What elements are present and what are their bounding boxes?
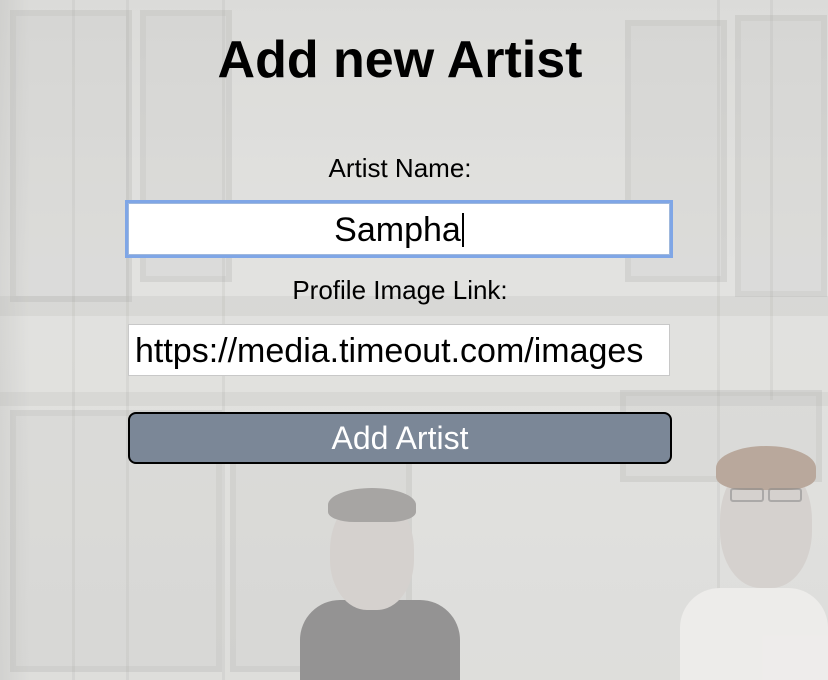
profile-image-value: https://media.timeout.com/images: [135, 332, 644, 370]
add-artist-button[interactable]: Add Artist: [128, 412, 672, 464]
artist-name-label: Artist Name:: [328, 153, 472, 183]
add-artist-form: Add new Artist Artist Name: Sampha Profi…: [0, 0, 828, 680]
artist-name-value: Sampha: [334, 211, 461, 249]
profile-image-label: Profile Image Link:: [292, 275, 508, 305]
text-caret: [461, 213, 464, 247]
page-title: Add new Artist: [217, 31, 583, 89]
profile-image-input[interactable]: https://media.timeout.com/images: [128, 324, 670, 376]
artist-name-input[interactable]: Sampha: [128, 203, 670, 255]
